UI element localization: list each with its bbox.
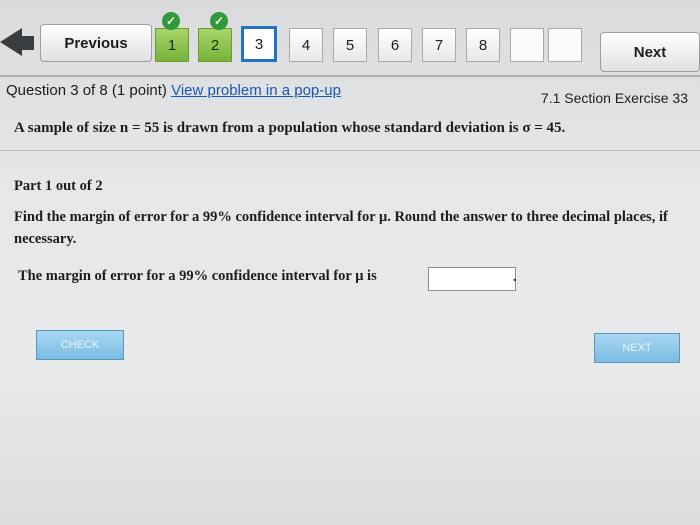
answer-prompt: The margin of error for a 99% confidence… xyxy=(18,268,377,284)
part-label: Part 1 out of 2 xyxy=(14,178,103,194)
next-step-button[interactable]: NEXT xyxy=(594,333,680,363)
question-count: Question 3 of 8 (1 point) xyxy=(6,82,167,99)
question-8-button[interactable]: 8 xyxy=(466,28,500,62)
answer-input[interactable] xyxy=(428,267,516,291)
question-header: Question 3 of 8 (1 point) View problem i… xyxy=(6,82,341,99)
section-label: 7.1 Section Exercise 33 xyxy=(540,90,688,106)
question-slot-empty xyxy=(510,28,544,62)
problem-statement: A sample of size n = 55 is drawn from a … xyxy=(14,120,566,136)
task-text: Find the margin of error for a 99% confi… xyxy=(14,209,668,247)
check-icon: ✓ xyxy=(162,12,180,30)
question-7-button[interactable]: 7 xyxy=(422,28,456,62)
previous-button[interactable]: Previous xyxy=(40,24,152,62)
question-5-button[interactable]: 5 xyxy=(333,28,367,62)
check-icon: ✓ xyxy=(210,12,228,30)
next-button[interactable]: Next xyxy=(600,32,700,72)
question-4-button[interactable]: 4 xyxy=(289,28,323,62)
question-slot-empty xyxy=(548,28,582,62)
statement-divider xyxy=(0,150,700,151)
popup-link[interactable]: View problem in a pop-up xyxy=(171,82,341,99)
question-navigation: Previous 1 ✓ 2 ✓ 3 4 5 6 7 8 Next xyxy=(0,0,700,78)
answer-period: . xyxy=(513,270,517,285)
question-6-button[interactable]: 6 xyxy=(378,28,412,62)
back-arrow-tail xyxy=(18,36,34,50)
header-divider xyxy=(0,75,700,77)
question-1-button[interactable]: 1 xyxy=(155,28,189,62)
question-3-button[interactable]: 3 xyxy=(241,26,277,62)
question-2-button[interactable]: 2 xyxy=(198,28,232,62)
check-button[interactable]: CHECK xyxy=(36,330,124,360)
